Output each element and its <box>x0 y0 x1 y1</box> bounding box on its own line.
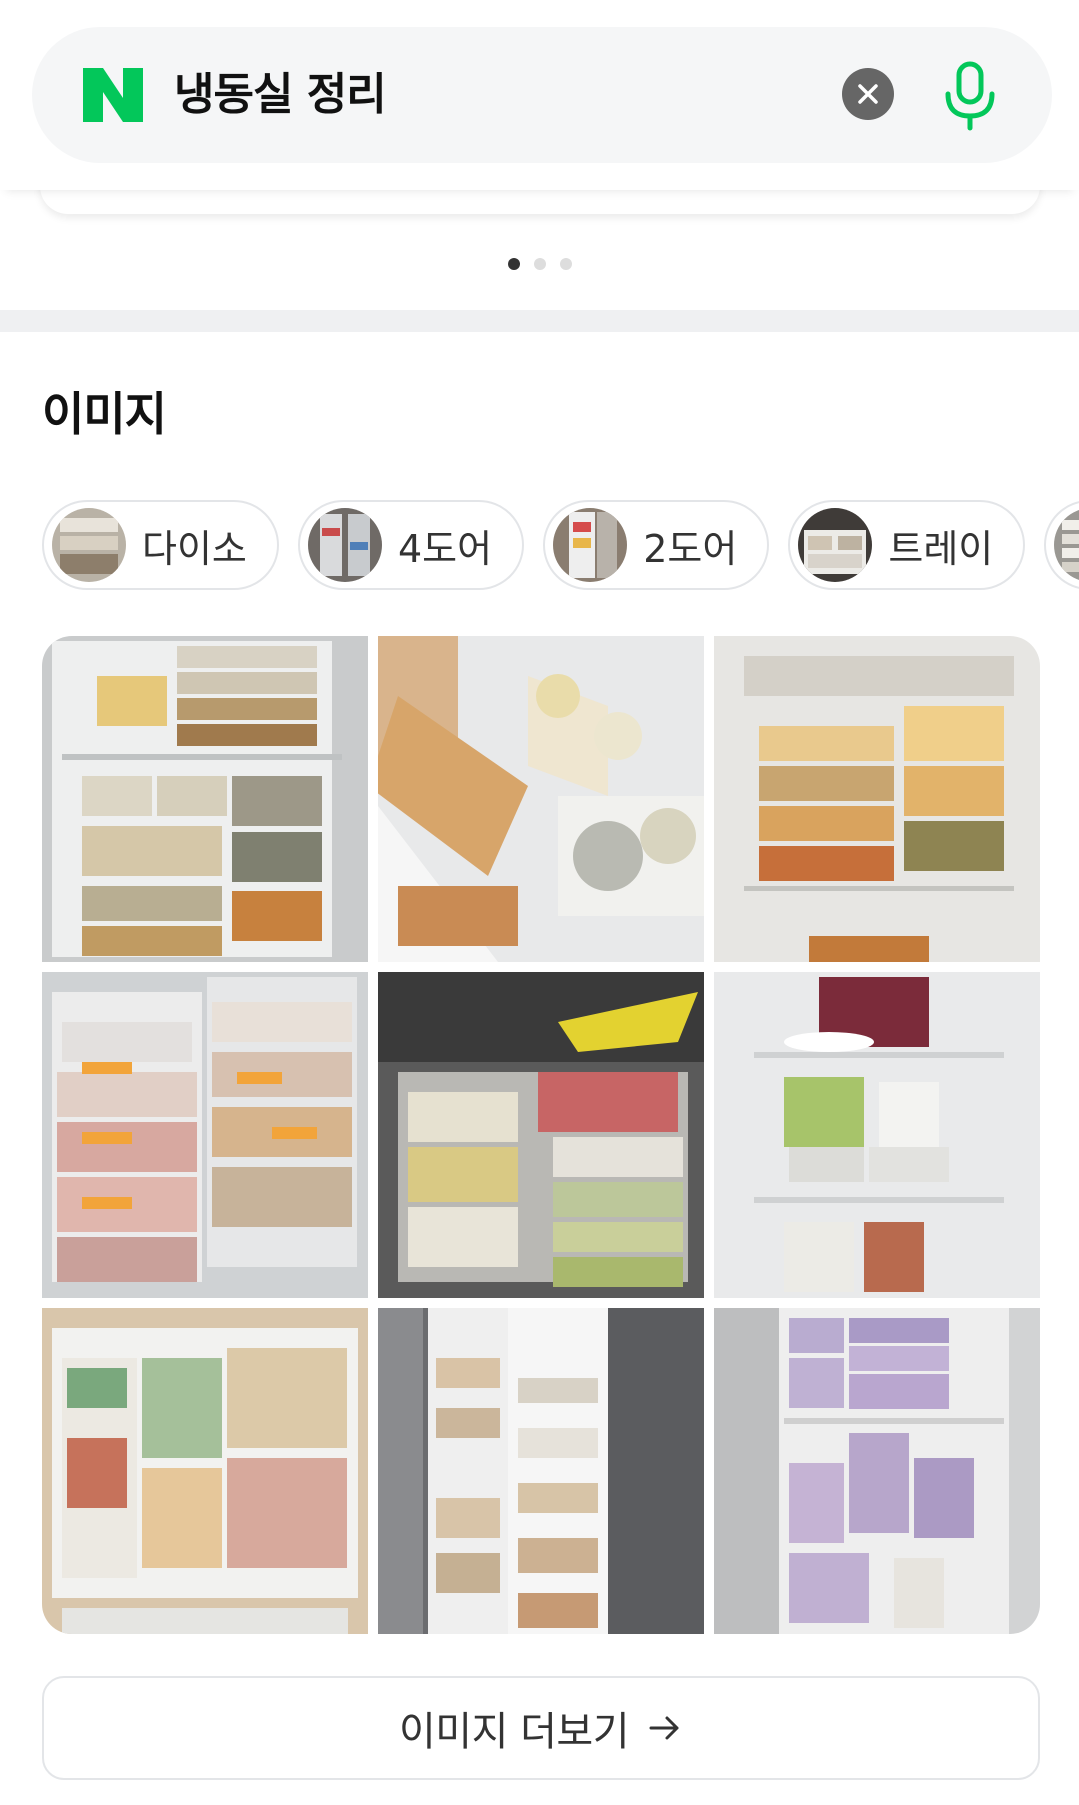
chip-thumbnail <box>553 508 628 582</box>
image-result[interactable] <box>42 1308 368 1634</box>
pagination-dot-3[interactable] <box>559 258 572 270</box>
chip-label: 2도어 <box>643 526 738 571</box>
microphone-icon[interactable] <box>940 60 1000 132</box>
chip-label: 다이소 <box>142 526 247 571</box>
image-result[interactable] <box>42 972 368 1298</box>
carousel-pagination <box>0 255 1079 274</box>
chip-more[interactable] <box>1044 500 1079 590</box>
chip-thumbnail <box>52 508 126 582</box>
search-query-input[interactable]: 냉동실 정리 <box>174 60 387 130</box>
arrow-right-icon <box>649 1716 679 1740</box>
pagination-dot-1[interactable] <box>507 258 520 270</box>
images-section-title: 이미지 <box>42 387 167 441</box>
chip-2door[interactable]: 2도어 <box>543 500 770 590</box>
image-result[interactable] <box>714 972 1040 1298</box>
chip-label: 4도어 <box>397 526 493 571</box>
pagination-dot-2[interactable] <box>533 258 546 270</box>
chip-thumbnail <box>1054 508 1079 582</box>
naver-logo-icon[interactable] <box>83 68 143 122</box>
more-images-button[interactable]: 이미지 더보기 <box>42 1676 1040 1780</box>
image-results-grid <box>42 636 1040 1634</box>
chip-4door[interactable]: 4도어 <box>297 500 525 590</box>
section-divider <box>0 310 1079 332</box>
image-result[interactable] <box>714 1308 1040 1634</box>
image-result[interactable] <box>714 636 1040 962</box>
chip-daiso[interactable]: 다이소 <box>42 500 279 590</box>
image-filter-chips: 다이소 4도어 2도어 트레이 <box>42 500 1079 596</box>
chip-tray[interactable]: 트레이 <box>788 500 1026 590</box>
image-result[interactable] <box>378 636 704 962</box>
close-icon <box>858 84 878 104</box>
image-result[interactable] <box>378 972 704 1298</box>
chip-thumbnail <box>307 508 382 582</box>
chip-label: 트레이 <box>888 526 994 571</box>
chip-thumbnail <box>798 508 873 582</box>
more-images-label: 이미지 더보기 <box>398 1709 630 1755</box>
search-header: 냉동실 정리 <box>0 0 1079 190</box>
clear-search-button[interactable] <box>842 68 894 120</box>
image-result[interactable] <box>378 1308 704 1634</box>
image-result[interactable] <box>42 636 368 962</box>
